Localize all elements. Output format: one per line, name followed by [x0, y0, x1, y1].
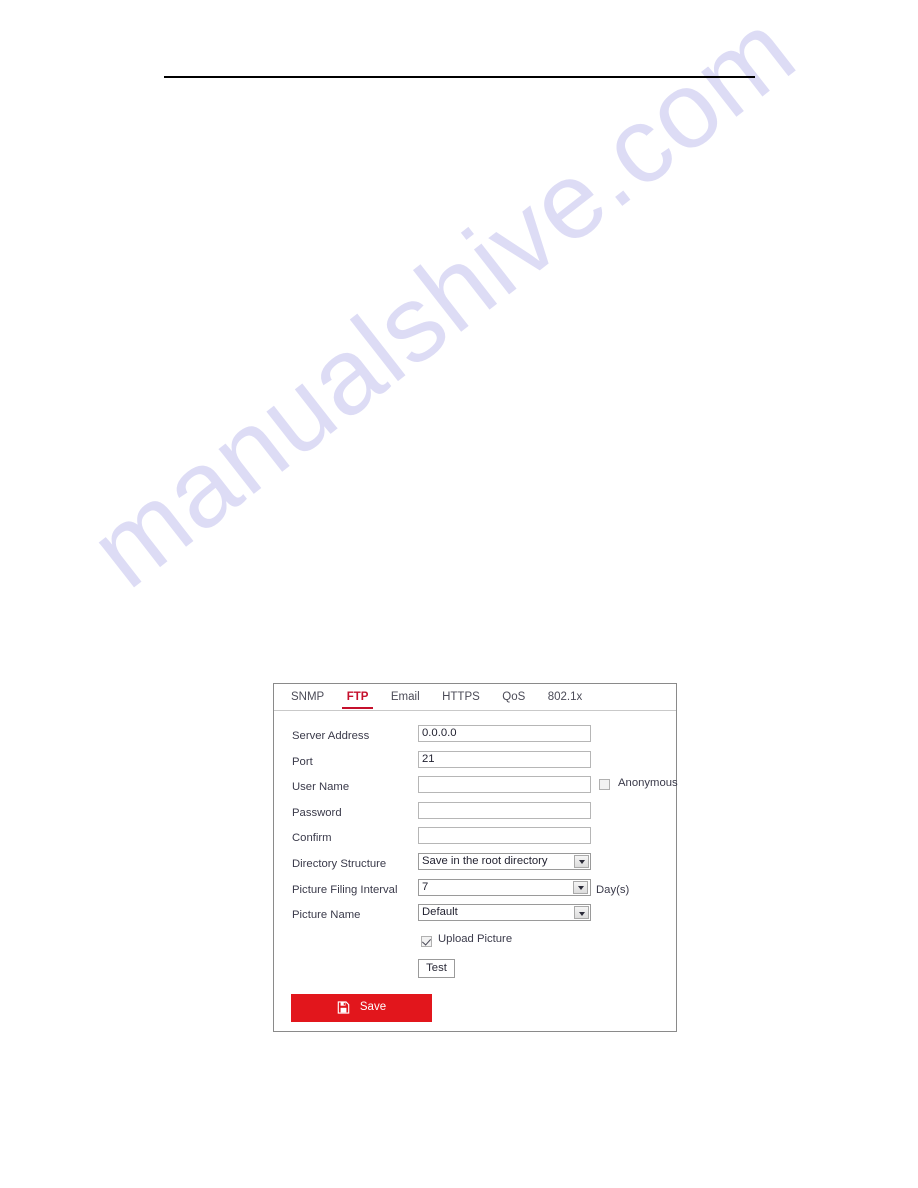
user-name-input[interactable] — [418, 776, 591, 794]
form-row-server-address: Server Address 0.0.0.0 — [274, 725, 676, 751]
ftp-settings-panel: SNMP FTP Email HTTPS QoS 802.1x Server A… — [273, 683, 678, 1032]
server-address-input[interactable]: 0.0.0.0 — [418, 725, 591, 742]
port-input[interactable]: 21 — [418, 750, 591, 768]
directory-structure-select[interactable]: Save in the root directory — [418, 852, 591, 870]
user-name-label: User Name — [292, 781, 350, 794]
form-row-directory-structure: Directory Structure Save in the root dir… — [274, 852, 676, 879]
tab-qos[interactable]: QoS — [493, 684, 534, 709]
directory-structure-value: Save in the root directory — [422, 854, 548, 867]
picture-name-select[interactable]: Default — [418, 904, 591, 922]
confirm-password-input[interactable] — [418, 827, 591, 845]
form-row-picture-filing-interval: Picture Filing Interval 7 Day(s) — [274, 878, 676, 905]
anonymous-label: Anonymous — [618, 777, 678, 790]
picture-filing-interval-select[interactable]: 7 — [418, 878, 591, 896]
settings-tab-bar: SNMP FTP Email HTTPS QoS 802.1x — [274, 684, 676, 711]
password-label: Password — [292, 806, 342, 819]
chevron-down-icon[interactable] — [573, 880, 588, 894]
upload-picture-label: Upload Picture — [438, 932, 513, 945]
confirm-label: Confirm — [292, 832, 332, 845]
tab-email[interactable]: Email — [382, 684, 429, 709]
chevron-down-icon[interactable] — [574, 906, 589, 920]
anonymous-checkbox[interactable] — [599, 779, 610, 791]
tab-ftp[interactable]: FTP — [338, 684, 378, 709]
form-row-test: Test — [274, 956, 676, 986]
form-row-port: Port 21 — [274, 750, 676, 777]
save-button[interactable]: Save — [291, 993, 432, 1022]
chevron-down-icon[interactable] — [574, 854, 589, 868]
floppy-disk-icon — [337, 1001, 350, 1014]
picture-filing-interval-value: 7 — [422, 880, 429, 893]
server-address-label: Server Address — [292, 730, 370, 742]
port-label: Port — [292, 755, 313, 768]
form-row-upload-picture: Upload Picture — [274, 930, 676, 956]
upload-picture-checkbox[interactable] — [421, 935, 432, 947]
tab-802-1x[interactable]: 802.1x — [539, 684, 592, 709]
tab-snmp[interactable]: SNMP — [282, 684, 333, 709]
form-row-user-name: User Name Anonymous — [274, 776, 678, 802]
form-row-picture-name: Picture Name Default — [274, 904, 676, 930]
picture-filing-interval-label: Picture Filing Interval — [292, 883, 398, 896]
form-row-password: Password — [274, 801, 676, 828]
form-row-save: Save — [274, 986, 676, 1026]
tab-https[interactable]: HTTPS — [433, 684, 489, 709]
test-button[interactable]: Test — [418, 958, 455, 978]
picture-name-label: Picture Name — [292, 909, 361, 922]
page-watermark: manualshive.com — [67, 0, 817, 611]
save-button-label: Save — [359, 1001, 387, 1014]
header-divider — [164, 76, 755, 78]
picture-filing-interval-unit: Day(s) — [596, 883, 630, 896]
form-row-confirm: Confirm — [274, 827, 676, 853]
picture-name-value: Default — [422, 906, 458, 919]
directory-structure-label: Directory Structure — [292, 857, 387, 870]
password-input[interactable] — [418, 801, 591, 819]
ftp-form: Server Address 0.0.0.0 Port 21 User Name… — [274, 711, 678, 1026]
